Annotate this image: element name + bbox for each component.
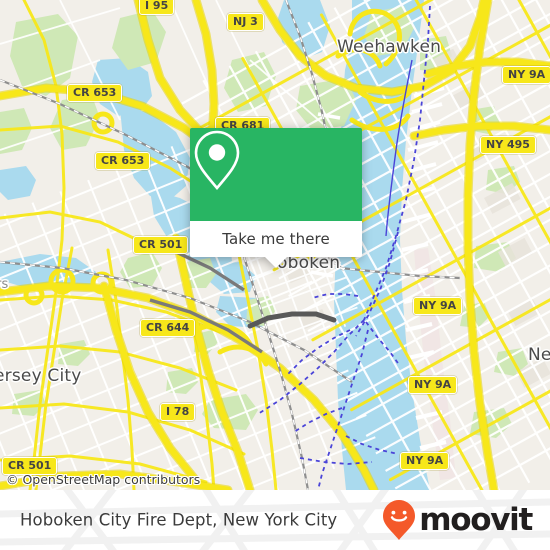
take-me-there-label: Take me there [222, 230, 330, 248]
route-shield: CR 501 [133, 236, 189, 254]
route-shield: NJ 3 [227, 13, 264, 31]
page-title: Hoboken City Fire Dept, New York City [20, 510, 338, 530]
route-shield: CR 653 [95, 152, 151, 170]
route-shield: CR 653 [67, 84, 123, 102]
popup-cta-area[interactable]: Take me there [190, 221, 362, 257]
map-pin-icon [194, 130, 240, 191]
map-canvas[interactable]: Weehawkenersey CityNeobokenrs I 95NJ 3CR… [0, 0, 550, 490]
map-screenshot: Weehawkenersey CityNeobokenrs I 95NJ 3CR… [0, 0, 550, 550]
route-shield: CR 644 [140, 319, 196, 337]
route-shield: I 95 [139, 0, 175, 15]
moovit-brand[interactable]: moovit [381, 499, 533, 541]
popup-pin-area [190, 128, 362, 221]
map-label-Weehawken: Weehawken [337, 37, 442, 57]
popup-tail-arrow [265, 257, 287, 268]
route-shield: NY 9A [502, 66, 550, 84]
route-shield: NY 9A [400, 452, 450, 470]
osm-attribution[interactable]: © OpenStreetMap contributors [6, 472, 200, 487]
moovit-smiley-pin-icon [383, 500, 416, 540]
moovit-wordmark: moovit [419, 501, 533, 538]
map-label-edge-label: rs [0, 277, 9, 292]
route-shield: NY 495 [480, 136, 536, 154]
bottom-info-bar: Hoboken City Fire Dept, New York City mo… [0, 490, 550, 550]
map-label-New York: Ne [528, 345, 550, 365]
route-shield: NY 9A [408, 376, 458, 394]
map-label-Jersey City: ersey City [0, 366, 82, 386]
route-shield: NY 9A [413, 297, 463, 315]
destination-popup[interactable]: Take me there [190, 128, 362, 268]
route-shield: I 78 [160, 403, 196, 421]
